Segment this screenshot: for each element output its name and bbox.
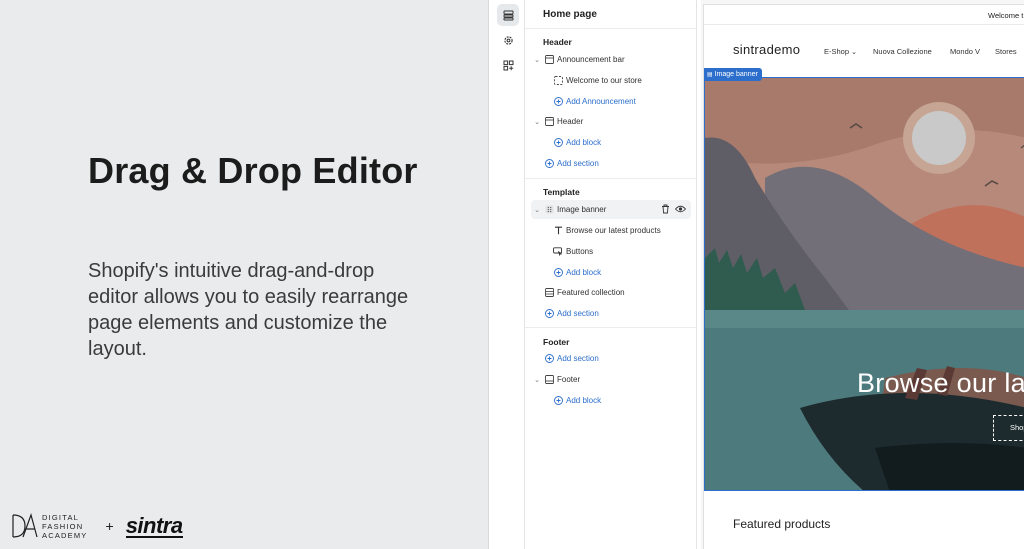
group-label-footer: Footer xyxy=(543,337,570,347)
add-block-button[interactable]: Add block xyxy=(525,391,697,410)
chevron-down-icon: ⌄ xyxy=(851,49,857,56)
tree-item-label: Welcome to our store xyxy=(566,76,642,85)
divider xyxy=(525,28,696,29)
store-brand[interactable]: sintrademo xyxy=(733,42,800,57)
add-block-button[interactable]: Add block xyxy=(525,133,697,152)
sintra-logo: sintra xyxy=(125,513,183,538)
shop-button[interactable]: Shop xyxy=(993,415,1024,441)
nav-link-stores[interactable]: Stores xyxy=(995,47,1017,56)
chevron-down-icon[interactable]: ⌄ xyxy=(533,376,541,384)
nav-link-eshop[interactable]: E-Shop ⌄ xyxy=(824,47,857,56)
image-banner-tag: ▤ Image banner xyxy=(704,68,762,81)
page-title: Home page xyxy=(543,9,597,20)
tree-item-label: Footer xyxy=(557,375,581,384)
eye-icon[interactable] xyxy=(674,204,687,214)
section-layout-icon xyxy=(544,117,554,127)
hero-heading: Browse our la xyxy=(857,368,1024,398)
tree-item-welcome[interactable]: Welcome to our store xyxy=(525,71,697,90)
text-type-icon xyxy=(553,226,563,236)
featured-products-heading: Featured products xyxy=(733,517,831,531)
announcement-text: Welcome t xyxy=(988,11,1024,20)
plus-circle-icon xyxy=(553,268,563,278)
tree-item-browse-text[interactable]: Browse our latest products xyxy=(525,221,697,240)
tree-item-label: Image banner xyxy=(557,205,607,214)
tree-item-label: Header xyxy=(557,117,584,126)
plus-sign: + xyxy=(105,518,114,534)
banner-illustration xyxy=(705,78,1024,490)
add-block-button[interactable]: Add block xyxy=(525,263,697,282)
tree-item-label: Featured collection xyxy=(557,288,625,297)
button-cursor-icon xyxy=(553,247,563,257)
plus-circle-icon xyxy=(553,396,563,406)
add-section-button[interactable]: Add section xyxy=(525,349,697,368)
section-icon: ▤ xyxy=(707,72,713,78)
footer-layout-icon xyxy=(544,375,554,385)
sections-icon[interactable] xyxy=(497,4,519,26)
editor-icon-rail xyxy=(489,0,525,549)
apps-blocks-icon[interactable] xyxy=(497,54,519,76)
tree-item-label: Browse our latest products xyxy=(566,226,661,235)
divider xyxy=(525,178,696,179)
tree-item-buttons[interactable]: Buttons xyxy=(525,242,697,261)
settings-gear-icon[interactable] xyxy=(497,29,519,51)
section-layout-icon xyxy=(544,55,554,65)
trash-icon[interactable] xyxy=(661,204,671,214)
plus-circle-icon xyxy=(544,309,554,319)
footer-logos: DIGITAL FASHION ACADEMY + sintra xyxy=(10,511,183,541)
tree-item-featured-collection[interactable]: Featured collection xyxy=(525,283,697,302)
divider xyxy=(525,327,696,328)
theme-editor: Home page Header ⌄ Announcement bar Welc… xyxy=(488,0,1024,549)
chevron-down-icon[interactable]: ⌄ xyxy=(533,206,541,214)
plus-circle-icon xyxy=(544,159,554,169)
image-banner-section[interactable]: Browse our la Shop xyxy=(704,77,1024,491)
tree-item-header[interactable]: ⌄ Header xyxy=(525,112,697,131)
plus-circle-icon xyxy=(544,354,554,364)
dfa-wordmark: DIGITAL FASHION ACADEMY xyxy=(42,512,88,540)
tree-item-label: Buttons xyxy=(566,247,594,256)
add-announcement-button[interactable]: Add Announcement xyxy=(525,92,697,111)
tree-item-announcement-bar[interactable]: ⌄ Announcement bar xyxy=(525,50,697,69)
digital-fashion-academy-logo-icon xyxy=(12,513,38,538)
promo-panel: Drag & Drop Editor Shopify's intuitive d… xyxy=(0,0,488,549)
grid-collection-icon xyxy=(544,288,554,298)
store-preview: Welcome t sintrademo E-Shop ⌄ Nuova Coll… xyxy=(701,0,1024,549)
nav-link-nuova-collezione[interactable]: Nuova Collezione xyxy=(873,47,932,56)
section-tree-panel: Home page Header ⌄ Announcement bar Welc… xyxy=(525,0,697,549)
announcement-bar[interactable]: Welcome t xyxy=(704,5,1024,25)
chevron-down-icon[interactable]: ⌄ xyxy=(533,118,541,126)
add-section-button[interactable]: Add section xyxy=(525,304,697,323)
promo-title: Drag & Drop Editor xyxy=(88,150,418,191)
plus-circle-icon xyxy=(553,138,563,148)
dashed-square-icon xyxy=(553,76,563,86)
drag-handle-icon[interactable] xyxy=(544,205,554,215)
group-label-header: Header xyxy=(543,37,572,47)
tree-item-image-banner[interactable]: ⌄ Image banner xyxy=(531,200,691,219)
group-label-template: Template xyxy=(543,187,580,197)
storefront: Welcome t sintrademo E-Shop ⌄ Nuova Coll… xyxy=(703,4,1024,549)
plus-circle-icon xyxy=(553,97,563,107)
chevron-down-icon[interactable]: ⌄ xyxy=(533,56,541,64)
add-section-button[interactable]: Add section xyxy=(525,154,697,173)
tree-item-label: Announcement bar xyxy=(557,55,625,64)
nav-link-mondo-v[interactable]: Mondo V xyxy=(950,47,980,56)
store-header[interactable]: sintrademo E-Shop ⌄ Nuova Collezione Mon… xyxy=(704,25,1024,71)
tree-item-footer[interactable]: ⌄ Footer xyxy=(525,370,697,389)
promo-description: Shopify's intuitive drag-and-drop editor… xyxy=(88,260,409,360)
